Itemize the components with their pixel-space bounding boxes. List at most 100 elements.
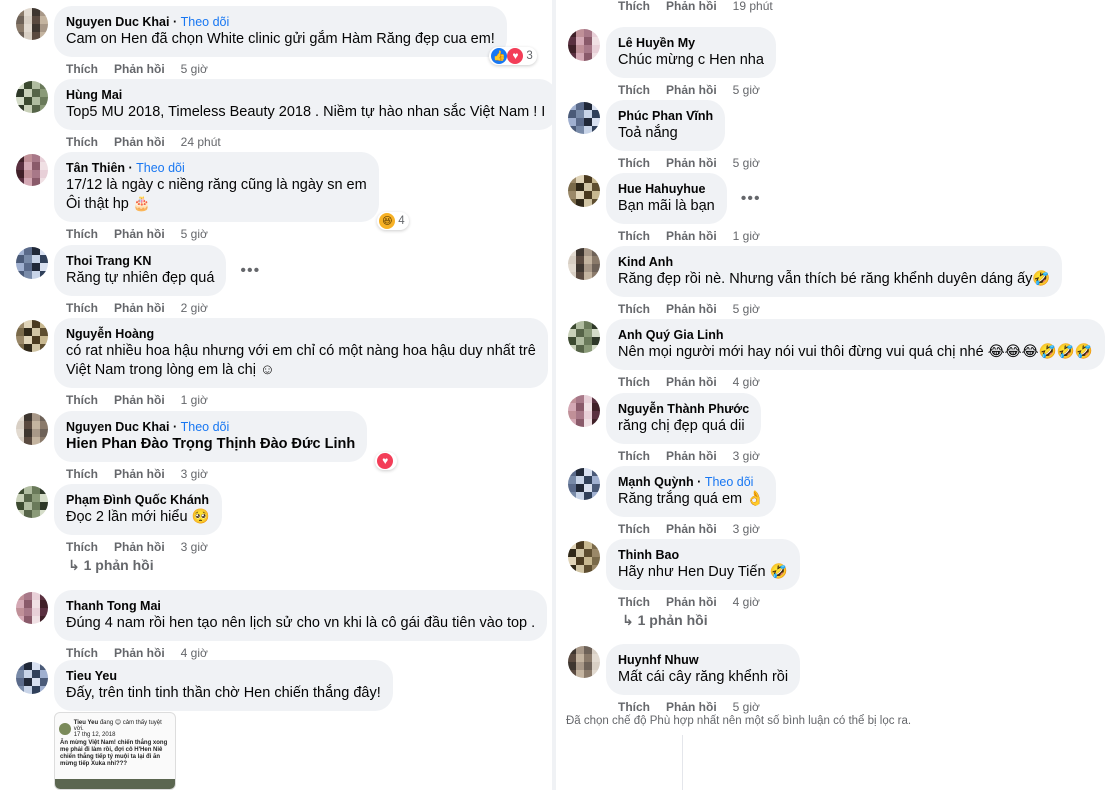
- author-name[interactable]: Phạm Đình Quốc Khánh: [66, 493, 209, 507]
- comment-time[interactable]: 3 giờ: [181, 539, 208, 555]
- comment-time[interactable]: 4 giờ: [181, 645, 208, 661]
- avatar[interactable]: [16, 662, 48, 694]
- like-action[interactable]: Thích: [66, 300, 98, 316]
- avatar[interactable]: [16, 320, 48, 352]
- reply-action[interactable]: Phản hồi: [114, 466, 165, 482]
- comment-time[interactable]: 5 giờ: [733, 82, 760, 98]
- avatar[interactable]: [568, 321, 600, 353]
- avatar[interactable]: [16, 154, 48, 186]
- comment-time[interactable]: 4 giờ: [733, 594, 760, 610]
- more-options-icon[interactable]: •••: [240, 262, 260, 280]
- reply-action[interactable]: Phản hồi: [666, 448, 717, 464]
- avatar[interactable]: [568, 248, 600, 280]
- reply-action[interactable]: Phản hồi: [666, 594, 717, 610]
- avatar[interactable]: [16, 413, 48, 445]
- follow-link[interactable]: Theo dõi: [136, 161, 185, 175]
- comment-time[interactable]: 4 giờ: [733, 374, 760, 390]
- reply-action[interactable]: Phản hồi: [114, 645, 165, 661]
- reply-action[interactable]: Phản hồi: [666, 699, 717, 715]
- author-name[interactable]: Nguyen Duc Khai: [66, 420, 170, 434]
- comment-author[interactable]: Tân Thiên · Theo dõi: [66, 160, 367, 176]
- view-replies-link-right[interactable]: ↳ 1 phản hồi: [622, 612, 708, 629]
- comment-time[interactable]: 3 giờ: [733, 448, 760, 464]
- like-action[interactable]: Thích: [618, 594, 650, 610]
- comment-time[interactable]: 19 phút: [733, 0, 773, 14]
- author-name[interactable]: Lê Huyền My: [618, 36, 695, 50]
- like-action[interactable]: Thích: [66, 226, 98, 242]
- avatar[interactable]: [568, 29, 600, 61]
- like-action[interactable]: Thích: [66, 61, 98, 77]
- reply-action[interactable]: Phản hồi: [666, 374, 717, 390]
- reply-action[interactable]: Phản hồi: [666, 228, 717, 244]
- comment-author[interactable]: Nguyễn Thành Phước: [618, 401, 749, 417]
- reply-action[interactable]: Phản hồi: [114, 134, 165, 150]
- like-action[interactable]: Thích: [618, 374, 650, 390]
- author-name[interactable]: Nguyễn Thành Phước: [618, 402, 749, 416]
- comment-time[interactable]: 3 giờ: [181, 466, 208, 482]
- author-name[interactable]: Phúc Phan Vĩnh: [618, 109, 713, 123]
- reaction-summary[interactable]: 👍 ♥ 3: [489, 47, 537, 65]
- avatar[interactable]: [568, 102, 600, 134]
- reply-action[interactable]: Phản hồi: [666, 301, 717, 317]
- author-name[interactable]: Kind Anh: [618, 255, 673, 269]
- author-name[interactable]: Anh Quý Gia Linh: [618, 328, 724, 342]
- avatar[interactable]: [16, 486, 48, 518]
- comment-author[interactable]: Anh Quý Gia Linh: [618, 327, 1093, 343]
- comment-author[interactable]: Hue Hahuyhue: [618, 181, 715, 197]
- comment-time[interactable]: 1 giờ: [733, 228, 760, 244]
- comment-author[interactable]: Nguyễn Hoàng: [66, 326, 536, 342]
- avatar[interactable]: [16, 592, 48, 624]
- follow-link[interactable]: Theo dõi: [181, 420, 230, 434]
- like-action[interactable]: Thích: [618, 0, 650, 14]
- comment-time[interactable]: 24 phút: [181, 134, 221, 150]
- author-name[interactable]: Mạnh Quỳnh: [618, 475, 694, 489]
- comment-author[interactable]: Tieu Yeu: [66, 668, 381, 684]
- author-name[interactable]: Thinh Bao: [618, 548, 679, 562]
- reply-action[interactable]: Phản hồi: [666, 0, 717, 14]
- reply-action[interactable]: Phản hồi: [114, 61, 165, 77]
- reply-action[interactable]: Phản hồi: [114, 392, 165, 408]
- comment-time[interactable]: 5 giờ: [181, 61, 208, 77]
- follow-link[interactable]: Theo dõi: [181, 15, 230, 29]
- author-name[interactable]: Tân Thiên: [66, 161, 125, 175]
- avatar[interactable]: [16, 247, 48, 279]
- like-action[interactable]: Thích: [66, 539, 98, 555]
- comment-author[interactable]: Phạm Đình Quốc Khánh: [66, 492, 210, 508]
- like-action[interactable]: Thích: [66, 466, 98, 482]
- comment-time[interactable]: 5 giờ: [181, 226, 208, 242]
- comment-author[interactable]: Hùng Mai: [66, 87, 545, 103]
- view-replies-link-left[interactable]: ↳ 1 phản hồi: [68, 557, 154, 574]
- like-action[interactable]: Thích: [66, 134, 98, 150]
- like-action[interactable]: Thích: [618, 448, 650, 464]
- like-action[interactable]: Thích: [66, 645, 98, 661]
- comment-author[interactable]: Thinh Bao: [618, 547, 788, 563]
- reply-action[interactable]: Phản hồi: [666, 82, 717, 98]
- reply-action[interactable]: Phản hồi: [666, 155, 717, 171]
- comment-author[interactable]: Lê Huyền My: [618, 35, 764, 51]
- comment-time[interactable]: 5 giờ: [733, 699, 760, 715]
- like-action[interactable]: Thích: [618, 155, 650, 171]
- comment-author[interactable]: Nguyen Duc Khai · Theo dõi: [66, 14, 495, 30]
- reply-action[interactable]: Phản hồi: [114, 226, 165, 242]
- comment-time[interactable]: 2 giờ: [181, 300, 208, 316]
- more-options-icon[interactable]: •••: [741, 190, 761, 208]
- comment-author[interactable]: Kind Anh: [618, 254, 1050, 270]
- avatar[interactable]: [568, 468, 600, 500]
- avatar[interactable]: [16, 81, 48, 113]
- avatar[interactable]: [568, 646, 600, 678]
- author-name[interactable]: Huynhf Nhuw: [618, 653, 699, 667]
- comment-time[interactable]: 3 giờ: [733, 521, 760, 537]
- embedded-screenshot-image[interactable]: Tieu Yeu đang 😊 cảm thấy tuyệt vời. 17 t…: [54, 712, 176, 790]
- avatar[interactable]: [568, 175, 600, 207]
- like-action[interactable]: Thích: [66, 392, 98, 408]
- comment-author[interactable]: Thanh Tong Mai: [66, 598, 535, 614]
- like-action[interactable]: Thích: [618, 301, 650, 317]
- follow-link[interactable]: Theo dõi: [705, 475, 754, 489]
- reply-action[interactable]: Phản hồi: [666, 521, 717, 537]
- author-name[interactable]: Nguyen Duc Khai: [66, 15, 170, 29]
- comment-author[interactable]: Phúc Phan Vĩnh: [618, 108, 713, 124]
- like-action[interactable]: Thích: [618, 699, 650, 715]
- avatar[interactable]: [16, 8, 48, 40]
- avatar[interactable]: [568, 395, 600, 427]
- author-name[interactable]: Tieu Yeu: [66, 669, 117, 683]
